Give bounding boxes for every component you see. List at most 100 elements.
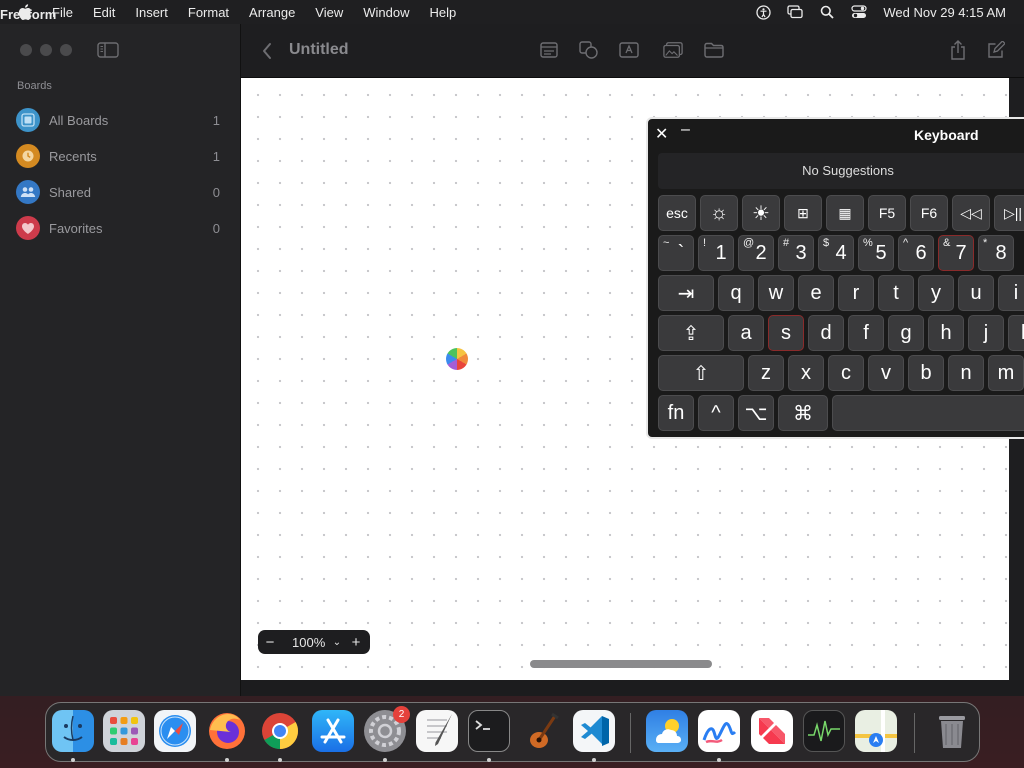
safari-icon[interactable] xyxy=(154,710,196,752)
menu-window[interactable]: Window xyxy=(363,5,409,20)
key-7[interactable]: & 7 xyxy=(938,235,974,271)
key-1[interactable]: ! 1 xyxy=(698,235,734,271)
sticky-note-icon[interactable] xyxy=(539,40,559,60)
menu-arrange[interactable]: Arrange xyxy=(249,5,295,20)
key-z[interactable]: z xyxy=(748,355,784,391)
key-5[interactable]: % 5 xyxy=(858,235,894,271)
rewind-key[interactable]: ◁◁ xyxy=(952,195,990,231)
key-m[interactable]: m xyxy=(988,355,1024,391)
finder-icon[interactable] xyxy=(52,710,94,752)
key-8[interactable]: * 8 xyxy=(978,235,1014,271)
key-k[interactable]: k xyxy=(1008,315,1024,351)
shapes-icon[interactable] xyxy=(579,40,599,60)
key-g[interactable]: g xyxy=(888,315,924,351)
chrome-icon[interactable] xyxy=(259,710,301,752)
zoom-chevron-down-icon[interactable]: ⌄ xyxy=(330,637,344,648)
share-icon[interactable] xyxy=(948,40,968,60)
key-2[interactable]: @2 xyxy=(738,235,774,271)
launchpad-icon[interactable] xyxy=(103,710,145,752)
spotlight-search-icon[interactable] xyxy=(819,4,835,20)
activity-monitor-icon[interactable] xyxy=(803,710,845,752)
key-d[interactable]: d xyxy=(808,315,844,351)
key-h[interactable]: h xyxy=(928,315,964,351)
key-i[interactable]: i xyxy=(998,275,1024,311)
menu-view[interactable]: View xyxy=(315,5,343,20)
key-a[interactable]: a xyxy=(728,315,764,351)
back-chevron-icon[interactable] xyxy=(261,42,273,60)
menu-edit[interactable]: Edit xyxy=(93,5,115,20)
zoom-out-button[interactable]: − xyxy=(258,634,282,651)
sidebar-item-shared[interactable]: Shared 0 xyxy=(16,174,226,210)
key-x[interactable]: x xyxy=(788,355,824,391)
key-r[interactable]: r xyxy=(838,275,874,311)
key-tab[interactable]: ⇥ xyxy=(658,275,714,311)
key-b[interactable]: b xyxy=(908,355,944,391)
key-j[interactable]: j xyxy=(968,315,1004,351)
media-gallery-icon[interactable] xyxy=(663,40,683,60)
app-store-icon[interactable] xyxy=(312,710,354,752)
key-q[interactable]: q xyxy=(718,275,754,311)
play-pause-key[interactable]: ▷|| xyxy=(994,195,1024,231)
zoom-window-button[interactable] xyxy=(60,44,72,56)
key-command[interactable]: ⌘ xyxy=(778,395,828,431)
zoom-level[interactable]: 100% xyxy=(292,635,330,650)
key-f[interactable]: f xyxy=(848,315,884,351)
key-fn[interactable]: fn xyxy=(658,395,694,431)
menu-format[interactable]: Format xyxy=(188,5,229,20)
board-title[interactable]: Untitled xyxy=(289,41,349,59)
key-e[interactable]: e xyxy=(798,275,834,311)
weather-icon[interactable] xyxy=(646,710,688,752)
key-backtick[interactable]: ~ ` xyxy=(658,235,694,271)
key-esc[interactable]: esc xyxy=(658,195,696,231)
close-window-button[interactable] xyxy=(20,44,32,56)
key-3[interactable]: #3 xyxy=(778,235,814,271)
horizontal-scrollbar[interactable] xyxy=(530,660,712,668)
trash-icon[interactable] xyxy=(931,710,973,752)
sidebar-toggle-icon[interactable] xyxy=(97,42,119,58)
screen-mirroring-icon[interactable] xyxy=(787,4,804,20)
key-t[interactable]: t xyxy=(878,275,914,311)
sidebar-item-recents[interactable]: Recents 1 xyxy=(16,138,226,174)
minimize-window-button[interactable] xyxy=(40,44,52,56)
zoom-in-button[interactable]: + xyxy=(344,634,368,651)
key-6[interactable]: ^ 6 xyxy=(898,235,934,271)
key-caps-lock[interactable]: ⇪ xyxy=(658,315,724,351)
key-n[interactable]: n xyxy=(948,355,984,391)
key-option[interactable]: ⌥ xyxy=(738,395,774,431)
key-y[interactable]: y xyxy=(918,275,954,311)
instruments-icon[interactable] xyxy=(521,710,563,752)
maps-icon[interactable] xyxy=(855,710,897,752)
folder-icon[interactable] xyxy=(704,40,724,60)
keyboard-close-button[interactable]: ✕ xyxy=(655,124,668,144)
accessibility-icon[interactable] xyxy=(755,4,771,20)
news-icon[interactable] xyxy=(751,710,793,752)
text-box-icon[interactable] xyxy=(619,40,639,60)
key-space[interactable] xyxy=(832,395,1024,431)
brightness-up-key[interactable]: ☀ xyxy=(742,195,780,231)
key-4[interactable]: $4 xyxy=(818,235,854,271)
mission-control-key[interactable]: ⊞ xyxy=(784,195,822,231)
key-f6[interactable]: F6 xyxy=(910,195,948,231)
sidebar-item-all-boards[interactable]: All Boards 1 xyxy=(16,102,226,138)
compose-new-board-icon[interactable] xyxy=(986,40,1006,60)
key-v[interactable]: v xyxy=(868,355,904,391)
key-s[interactable]: s xyxy=(768,315,804,351)
brightness-down-key[interactable]: ☼ xyxy=(700,195,738,231)
menu-insert[interactable]: Insert xyxy=(135,5,168,20)
textedit-icon[interactable] xyxy=(416,710,458,752)
key-control[interactable]: ^ xyxy=(698,395,734,431)
vscode-icon[interactable] xyxy=(573,710,615,752)
menu-clock[interactable]: Wed Nov 29 4:15 AM xyxy=(883,5,1006,20)
keyboard-minimize-button[interactable]: – xyxy=(681,121,690,139)
system-settings-icon[interactable]: 2 xyxy=(364,706,410,752)
key-w[interactable]: w xyxy=(758,275,794,311)
freeform-icon[interactable] xyxy=(698,710,740,752)
key-shift[interactable]: ⇧ xyxy=(658,355,744,391)
terminal-icon[interactable] xyxy=(468,710,510,752)
sidebar-item-favorites[interactable]: Favorites 0 xyxy=(16,210,226,246)
firefox-icon[interactable] xyxy=(206,710,248,752)
key-c[interactable]: c xyxy=(828,355,864,391)
launchpad-key[interactable]: ▦ xyxy=(826,195,864,231)
key-f5[interactable]: F5 xyxy=(868,195,906,231)
control-center-icon[interactable] xyxy=(851,4,867,20)
